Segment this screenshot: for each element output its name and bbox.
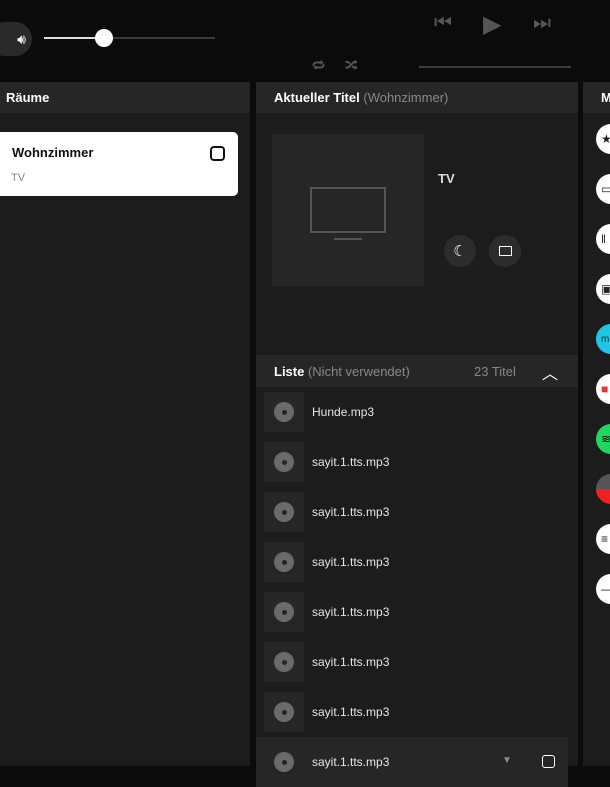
current-room: (Wohnzimmer): [363, 90, 449, 105]
list-item[interactable]: sayit.1.tts.mp3 ▼: [256, 737, 568, 787]
list-status: (Nicht verwendet): [307, 363, 410, 379]
play-icon[interactable]: ▶: [483, 10, 501, 39]
track-thumb: [264, 742, 304, 782]
track-name: Hunde.mp3: [312, 405, 375, 419]
speaker-icon: 🔊︎: [17, 30, 26, 47]
disc-icon: [274, 702, 294, 722]
list-header[interactable]: Liste (Nicht verwendet) 23 Titel ︿: [256, 355, 578, 387]
list-item[interactable]: Hunde.mp3: [256, 387, 568, 437]
track-name: sayit.1.tts.mp3: [312, 505, 390, 519]
list-item[interactable]: sayit.1.tts.mp3: [256, 637, 568, 687]
shuffle-icon[interactable]: 🔀︎: [345, 56, 358, 75]
track-name: sayit.1.tts.mp3: [312, 555, 390, 569]
current-header: Aktueller Titel (Wohnzimmer): [256, 82, 578, 113]
next-icon[interactable]: ⏭: [533, 12, 551, 35]
current-title: Aktueller Titel: [274, 90, 360, 105]
list-title: Liste: [274, 363, 305, 379]
sleep-timer-button[interactable]: ☾: [444, 235, 476, 267]
disc-icon: [274, 752, 294, 772]
disc-icon: [274, 602, 294, 622]
disc-icon: [274, 402, 294, 422]
track-thumb: [264, 642, 304, 682]
list-item[interactable]: sayit.1.tts.mp3: [256, 687, 568, 737]
tv-stand: [334, 238, 362, 240]
list-item[interactable]: sayit.1.tts.mp3: [256, 587, 568, 637]
list-item[interactable]: sayit.1.tts.mp3: [256, 537, 568, 587]
track-name: sayit.1.tts.mp3: [312, 755, 390, 769]
track-thumb: [264, 592, 304, 632]
disc-icon: [274, 502, 294, 522]
list-item[interactable]: sayit.1.tts.mp3: [256, 487, 568, 537]
previous-icon[interactable]: ⏮: [434, 12, 452, 35]
disc-icon: [274, 652, 294, 672]
dropdown-icon[interactable]: ▼: [502, 755, 512, 766]
track-thumb: [264, 442, 304, 482]
moon-icon: ☾: [453, 243, 467, 260]
track-thumb: [264, 392, 304, 432]
list-count: 23 Titel: [474, 363, 516, 379]
disc-icon: [274, 552, 294, 572]
volume-slider[interactable]: [44, 29, 215, 47]
speech-button[interactable]: [489, 235, 521, 267]
track-thumb: [264, 692, 304, 732]
sources-title: M: [583, 82, 610, 113]
player-bar: [0, 0, 610, 82]
chat-icon: [498, 246, 512, 256]
track-thumb: [264, 542, 304, 582]
track-progress[interactable]: [419, 66, 571, 68]
track-name: sayit.1.tts.mp3: [312, 655, 390, 669]
track-name: sayit.1.tts.mp3: [312, 705, 390, 719]
track-thumb: [264, 492, 304, 532]
room-name: Wohnzimmer: [12, 145, 94, 160]
volume-knob[interactable]: [94, 29, 113, 47]
repeat-icon[interactable]: 🔁︎: [312, 56, 325, 75]
cover-art: [272, 134, 424, 286]
track-title: TV: [438, 171, 455, 186]
room-card-wohnzimmer[interactable]: Wohnzimmer TV: [0, 132, 238, 196]
rooms-title: Räume: [0, 82, 250, 113]
disc-icon: [274, 452, 294, 472]
chevron-up-icon[interactable]: ︿: [542, 360, 558, 384]
track-name: sayit.1.tts.mp3: [312, 605, 390, 619]
track-name: sayit.1.tts.mp3: [312, 455, 390, 469]
airplay-icon[interactable]: [210, 146, 225, 161]
checkbox[interactable]: [542, 755, 555, 768]
list-item[interactable]: sayit.1.tts.mp3: [256, 437, 568, 487]
tv-icon: [310, 187, 386, 233]
room-device: TV: [11, 172, 26, 184]
